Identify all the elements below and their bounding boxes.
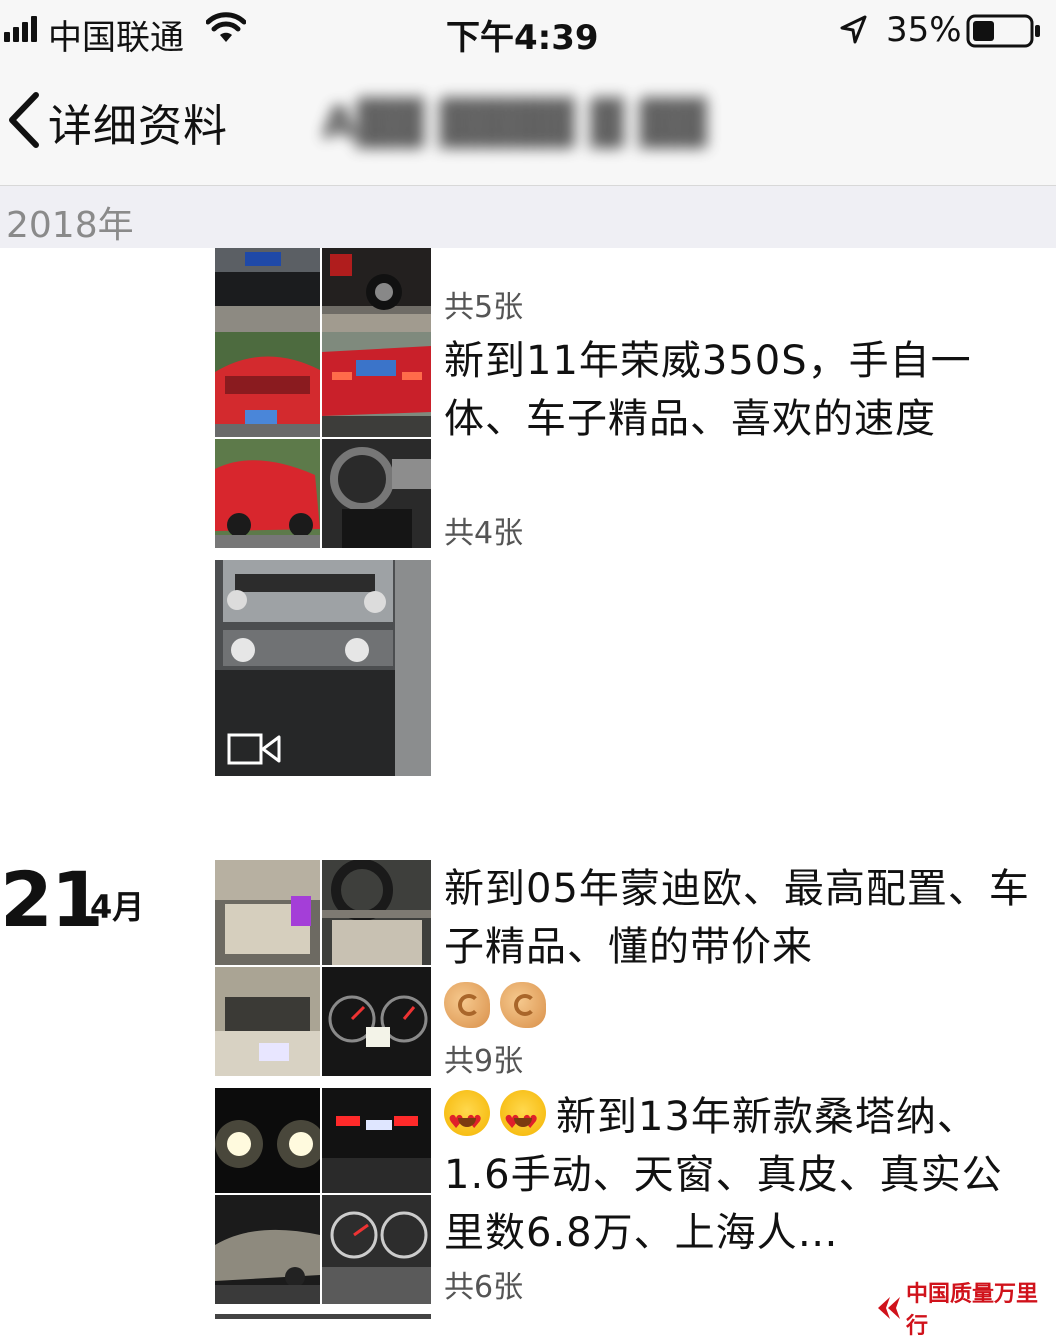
photo-thumbnail[interactable] bbox=[215, 860, 320, 965]
chevron-left-icon bbox=[4, 91, 42, 153]
carrier-label: 中国联通 bbox=[48, 18, 184, 58]
nav-title-blurred: A▓▓ ▓▓▓▓ ▓ ▓▓ bbox=[322, 98, 707, 149]
snail-hand-emoji bbox=[444, 982, 490, 1028]
photo-grid[interactable] bbox=[215, 860, 431, 1076]
post-item[interactable]: 21 4月 新到05年蒙迪欧、最高配置、车子精品、懂的带价来 共9张 bbox=[0, 855, 1056, 1079]
photo-thumbnail[interactable] bbox=[322, 439, 431, 548]
photo-count: 共5张 bbox=[444, 290, 524, 325]
back-button[interactable]: 详细资料 bbox=[4, 90, 228, 154]
watermark: 中国质量万里行 bbox=[876, 1276, 1056, 1340]
post-emoji-row bbox=[444, 982, 556, 1028]
heart-eyes-emoji bbox=[500, 1090, 546, 1152]
watermark-text: 中国质量万里行 bbox=[906, 1281, 1039, 1339]
nav-bar: 详细资料 A▓▓ ▓▓▓▓ ▓ ▓▓ bbox=[0, 62, 1056, 186]
photo-count: 共4张 bbox=[444, 516, 524, 551]
post-text: 新到13年新款桑塔纳、1.6手动、天窗、真皮、真实公里数6.8万、上海人… bbox=[444, 1088, 1034, 1262]
photo-thumbnail[interactable] bbox=[322, 967, 431, 1076]
photo-grid[interactable] bbox=[215, 1088, 431, 1304]
photo-thumbnail[interactable] bbox=[322, 1195, 431, 1304]
photo-thumbnail[interactable] bbox=[215, 1195, 320, 1304]
year-label: 2018年 bbox=[6, 205, 134, 246]
photo-thumbnail[interactable] bbox=[215, 332, 320, 437]
post-item[interactable]: 新到11年荣威350S，手自一体、车子精品、喜欢的速度 共4张 bbox=[0, 332, 1056, 551]
snail-hand-emoji bbox=[500, 982, 546, 1028]
photo-thumbnail[interactable] bbox=[215, 1088, 320, 1193]
photo-grid[interactable] bbox=[215, 332, 431, 548]
video-thumbnail[interactable] bbox=[215, 560, 431, 776]
photo-thumbnail[interactable] bbox=[322, 332, 431, 437]
battery-percent: 35% bbox=[886, 10, 962, 50]
signal-icon bbox=[4, 16, 37, 42]
photo-count: 共9张 bbox=[444, 1044, 524, 1079]
heart-eyes-emoji bbox=[444, 1090, 490, 1152]
video-camera-icon bbox=[227, 732, 283, 770]
clock: 下午4:39 bbox=[446, 18, 599, 58]
post-text: 新到11年荣威350S，手自一体、车子精品、喜欢的速度 bbox=[444, 338, 972, 442]
post-item[interactable] bbox=[0, 560, 1056, 778]
photo-count: 共6张 bbox=[444, 1270, 524, 1305]
next-photo-grid-edge bbox=[215, 1314, 431, 1319]
watermark-logo-icon bbox=[876, 1295, 902, 1321]
year-header: 2018年 bbox=[0, 186, 1056, 248]
status-bar: 中国联通 下午4:39 35% bbox=[0, 0, 1056, 62]
photo-thumbnail[interactable] bbox=[322, 1088, 431, 1193]
battery-icon bbox=[966, 14, 1042, 57]
back-label: 详细资料 bbox=[48, 101, 228, 152]
post-date-day: 21 bbox=[0, 855, 104, 944]
moments-feed[interactable]: 共5张 新到11年荣威350S，手自一体、车子精品、喜欢的速度 共4张 21 4… bbox=[0, 248, 1056, 1319]
photo-thumbnail[interactable] bbox=[215, 439, 320, 548]
photo-thumbnail[interactable] bbox=[322, 860, 431, 965]
photo-thumbnail[interactable] bbox=[215, 967, 320, 1076]
wifi-icon bbox=[205, 12, 247, 53]
post-date-month: 4月 bbox=[90, 888, 145, 926]
location-arrow-icon bbox=[838, 14, 868, 55]
post-text: 新到05年蒙迪欧、最高配置、车子精品、懂的带价来 bbox=[444, 866, 1030, 970]
